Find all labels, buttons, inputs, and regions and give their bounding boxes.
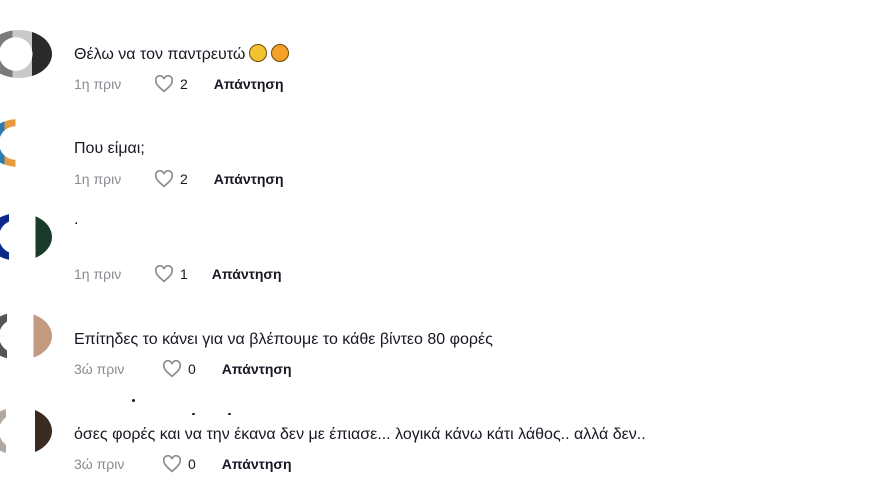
- like-button[interactable]: 0: [162, 455, 196, 473]
- comment-time: 1η πριν: [74, 266, 122, 282]
- smiling-hearts-emoji: [271, 44, 290, 62]
- avatar[interactable]: [0, 312, 52, 360]
- comment-meta: 3ώ πριν 0 Απάντηση: [74, 455, 292, 473]
- like-button[interactable]: 2: [154, 170, 188, 188]
- reply-button[interactable]: Απάντηση: [214, 171, 284, 187]
- comment-meta: 1η πριν 1 Απάντηση: [74, 265, 282, 283]
- separator-dot: [132, 399, 135, 402]
- comment-time: 1η πριν: [74, 76, 122, 92]
- heart-outline-icon: [154, 265, 174, 283]
- like-button[interactable]: 1: [154, 265, 188, 283]
- heart-outline-icon: [154, 170, 174, 188]
- comment-time: 3ώ πριν: [74, 456, 125, 472]
- heart-outline-icon: [162, 455, 182, 473]
- comment-item: Επίτηδες το κάνει για να βλέπουμε το κάθ…: [0, 310, 880, 390]
- grinning-sweat-emoji: [249, 44, 268, 62]
- comment-text: .: [74, 211, 79, 228]
- comment-item: όσες φορές και να την έκανα δεν με έπιασ…: [0, 399, 880, 485]
- like-count: 0: [188, 456, 196, 472]
- comment-item: Που είμαι; 1η πριν 2 Απάντηση: [0, 119, 880, 205]
- like-button[interactable]: 0: [162, 360, 196, 378]
- reply-button[interactable]: Απάντηση: [214, 76, 284, 92]
- comment-time: 3ώ πριν: [74, 361, 125, 377]
- comment-meta: 3ώ πριν 0 Απάντηση: [74, 360, 292, 378]
- separator-dot: [228, 413, 231, 415]
- comment-meta: 1η πριν 2 Απάντηση: [74, 170, 284, 188]
- like-count: 0: [188, 361, 196, 377]
- like-count: 2: [180, 171, 188, 187]
- comment-item: . 1η πριν 1 Απάντηση: [0, 205, 880, 285]
- avatar[interactable]: [0, 30, 52, 78]
- comment-text: Που είμαι;: [74, 140, 145, 157]
- comment-text: Επίτηδες το κάνει για να βλέπουμε το κάθ…: [74, 331, 493, 348]
- like-count: 1: [180, 266, 188, 282]
- avatar[interactable]: [0, 213, 52, 261]
- avatar[interactable]: [0, 119, 52, 167]
- reply-button[interactable]: Απάντηση: [222, 456, 292, 472]
- heart-outline-icon: [162, 360, 182, 378]
- reply-button[interactable]: Απάντηση: [212, 266, 282, 282]
- comment-time: 1η πριν: [74, 171, 122, 187]
- like-count: 2: [180, 76, 188, 92]
- separator-dot: [192, 413, 195, 415]
- heart-outline-icon: [154, 75, 174, 93]
- comment-text: όσες φορές και να την έκανα δεν με έπιασ…: [74, 426, 646, 443]
- comment-text: Θέλω να τον παντρευτώ: [74, 44, 290, 64]
- comment-meta: 1η πριν 2 Απάντηση: [74, 75, 284, 93]
- avatar[interactable]: [0, 407, 52, 455]
- like-button[interactable]: 2: [154, 75, 188, 93]
- comment-item: Θέλω να τον παντρευτώ 1η πριν 2 Απάντηση: [0, 30, 880, 110]
- reply-button[interactable]: Απάντηση: [222, 361, 292, 377]
